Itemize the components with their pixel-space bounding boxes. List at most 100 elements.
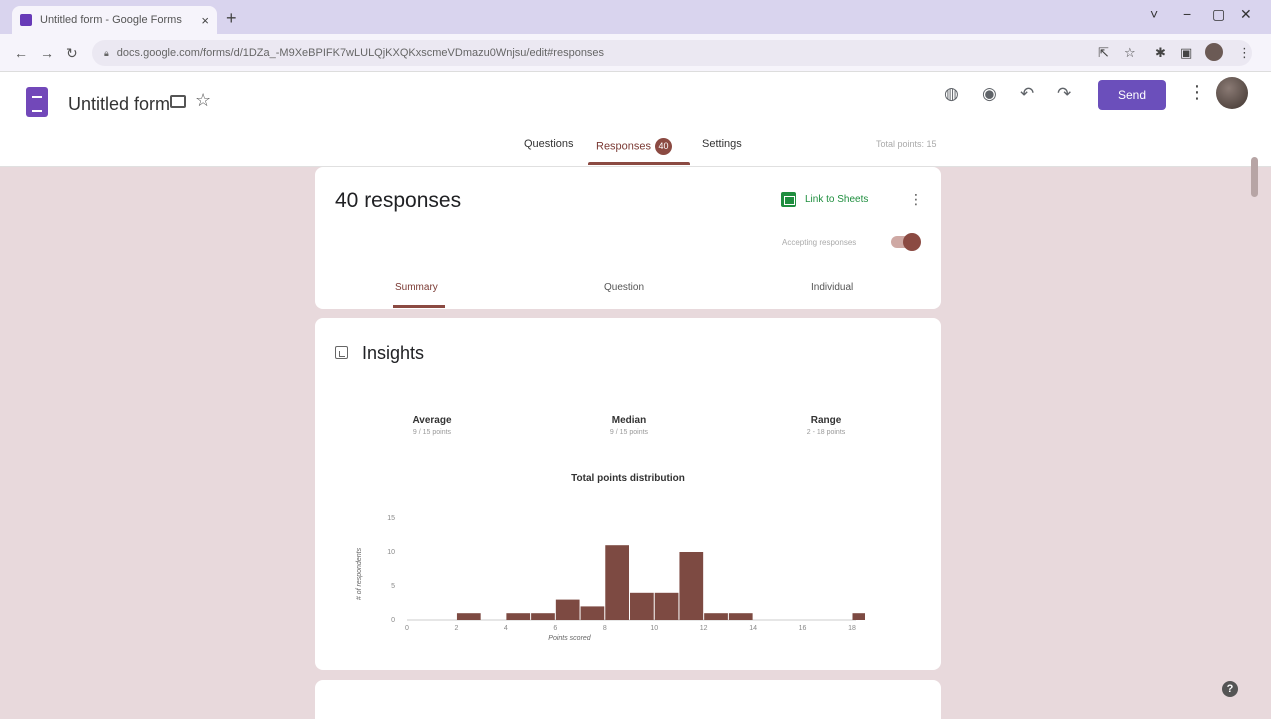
stat-value: 2 - 18 points: [806, 429, 846, 436]
form-main-tabs: Questions Responses 40 Settings Total poi…: [0, 132, 1271, 167]
accepting-responses-label: Accepting responses: [782, 238, 857, 247]
chart-bar: [728, 613, 753, 620]
chart-bar: [704, 613, 728, 620]
subtab-summary[interactable]: Summary: [395, 282, 438, 293]
chart-bar: [605, 545, 629, 620]
insights-card: Insights Average 9 / 15 points Median 9 …: [315, 318, 941, 670]
send-button[interactable]: Send: [1098, 80, 1166, 110]
chart-y-tick-label: 0: [391, 617, 395, 624]
tab-close-icon[interactable]: ×: [201, 13, 209, 28]
chart-y-tick-label: 10: [387, 549, 395, 556]
chart-bar: [456, 613, 481, 620]
forward-icon[interactable]: →: [40, 45, 54, 61]
chart-bar: [531, 613, 555, 620]
tab-search-icon[interactable]: ˅: [1150, 6, 1158, 22]
chart-x-tick-label: 2: [454, 625, 458, 632]
next-question-card: [315, 680, 941, 719]
points-distribution-chart: 0 2 4 6 8 10 12 14 16 18 0 5 10 15 Points scored # of r…: [356, 515, 865, 642]
stat-range: Range 2 - 18 points: [791, 415, 861, 436]
stat-median: Median 9 / 15 points: [594, 415, 664, 436]
chart-bar: [506, 613, 531, 620]
minimize-icon[interactable]: −: [1183, 6, 1191, 22]
tab-responses[interactable]: Responses 40: [596, 138, 673, 155]
bookmark-star-icon[interactable]: ☆: [1124, 45, 1136, 61]
chart-x-tick-label: 0: [405, 625, 409, 632]
chart-x-tick-label: 12: [700, 625, 708, 632]
chart-bar: [555, 599, 580, 620]
share-icon[interactable]: ⇱: [1098, 45, 1109, 61]
responses-more-icon[interactable]: ⋮: [909, 191, 923, 208]
stat-value: 9 / 15 points: [609, 429, 649, 436]
link-to-sheets-label: Link to Sheets: [805, 194, 869, 205]
sheets-icon: [781, 192, 796, 207]
forms-favicon-icon: [20, 14, 32, 26]
chart-y-tick-label: 15: [387, 515, 395, 522]
folder-icon[interactable]: [170, 95, 186, 108]
profile-avatar[interactable]: [1205, 43, 1223, 61]
browser-tab-strip: Untitled form - Google Forms × + ˅ − ▢ ✕: [0, 0, 1271, 34]
chart-x-tick-label: 18: [848, 625, 856, 632]
chart-x-tick-label: 14: [749, 625, 757, 632]
chart-bar: [580, 606, 605, 620]
more-options-icon[interactable]: ⋮: [1188, 82, 1206, 103]
subtab-individual[interactable]: Individual: [811, 282, 853, 293]
chart-title: Total points distribution: [571, 473, 685, 484]
chart-y-axis-label: # of respondents: [356, 547, 363, 600]
chart-bar: [630, 592, 654, 620]
address-bar-row: ← → ↻ 🔒︎ docs.google.com/forms/d/1DZa_-M…: [0, 34, 1271, 72]
page-scrollbar-thumb[interactable]: [1251, 157, 1258, 197]
redo-icon[interactable]: ↷: [1057, 84, 1071, 104]
chart-x-tick-label: 8: [603, 625, 607, 632]
insights-title: Insights: [362, 343, 425, 363]
undo-icon[interactable]: ↶: [1020, 84, 1034, 104]
subtab-indicator: [393, 305, 445, 308]
google-forms-logo-icon[interactable]: [26, 87, 48, 117]
responses-count-badge: 40: [655, 138, 673, 155]
star-icon[interactable]: ☆: [195, 90, 211, 111]
tab-settings[interactable]: Settings: [702, 138, 742, 150]
chart-bar: [679, 552, 704, 620]
stat-value: 9 / 15 points: [412, 429, 452, 436]
subtab-question[interactable]: Question: [604, 282, 644, 293]
preview-eye-icon[interactable]: ◉: [982, 84, 997, 104]
reload-icon[interactable]: ↻: [66, 45, 78, 62]
chart-x-tick-label: 10: [650, 625, 658, 632]
insights-chart-icon: [335, 346, 348, 359]
side-panel-icon[interactable]: ▣: [1180, 45, 1192, 61]
extensions-icon[interactable]: ✱: [1155, 45, 1166, 61]
chart-x-tick-label: 6: [553, 625, 557, 632]
active-tab-indicator: [588, 162, 690, 165]
chart-y-tick-label: 5: [391, 583, 395, 590]
new-tab-icon[interactable]: +: [226, 8, 237, 29]
stat-label: Range: [810, 415, 842, 426]
responses-count-title: 40 responses: [335, 189, 462, 212]
user-avatar[interactable]: [1216, 77, 1248, 109]
responses-card: 40 responses Link to Sheets ⋮ Accepting …: [315, 167, 941, 309]
chart-x-tick-label: 16: [799, 625, 807, 632]
link-to-sheets-button[interactable]: Link to Sheets: [781, 192, 868, 207]
palette-icon[interactable]: ◍: [944, 84, 959, 104]
lock-icon: 🔒︎: [104, 47, 109, 58]
back-icon[interactable]: ←: [14, 45, 28, 61]
help-icon[interactable]: ?: [1222, 681, 1238, 697]
restore-icon[interactable]: ▢: [1212, 6, 1225, 23]
chart-bar: [852, 613, 865, 620]
stat-label: Average: [412, 415, 452, 426]
browser-menu-icon[interactable]: ⋮: [1238, 45, 1251, 61]
close-window-icon[interactable]: ✕: [1240, 6, 1252, 23]
browser-tab[interactable]: Untitled form - Google Forms ×: [12, 6, 217, 34]
tab-responses-label: Responses: [596, 140, 652, 153]
stat-average: Average 9 / 15 points: [397, 415, 467, 436]
chart-x-axis-label: Points scored: [548, 635, 592, 642]
total-points-label: Total points: 15: [876, 139, 937, 149]
stat-label: Median: [611, 415, 647, 426]
toggle-knob[interactable]: [903, 233, 921, 251]
forms-header: Untitled form ☆ ◍ ◉ ↶ ↷ Send ⋮ Questions…: [0, 72, 1271, 167]
url-bar[interactable]: 🔒︎ docs.google.com/forms/d/1DZa_-M9XeBPI…: [92, 40, 1252, 66]
tab-questions[interactable]: Questions: [524, 138, 574, 150]
url-text: docs.google.com/forms/d/1DZa_-M9XeBPIFK7…: [116, 47, 605, 59]
browser-tab-title: Untitled form - Google Forms: [40, 14, 182, 26]
chart-x-tick-label: 4: [504, 625, 508, 632]
chart-bar: [654, 592, 679, 620]
form-title[interactable]: Untitled form: [68, 94, 170, 115]
